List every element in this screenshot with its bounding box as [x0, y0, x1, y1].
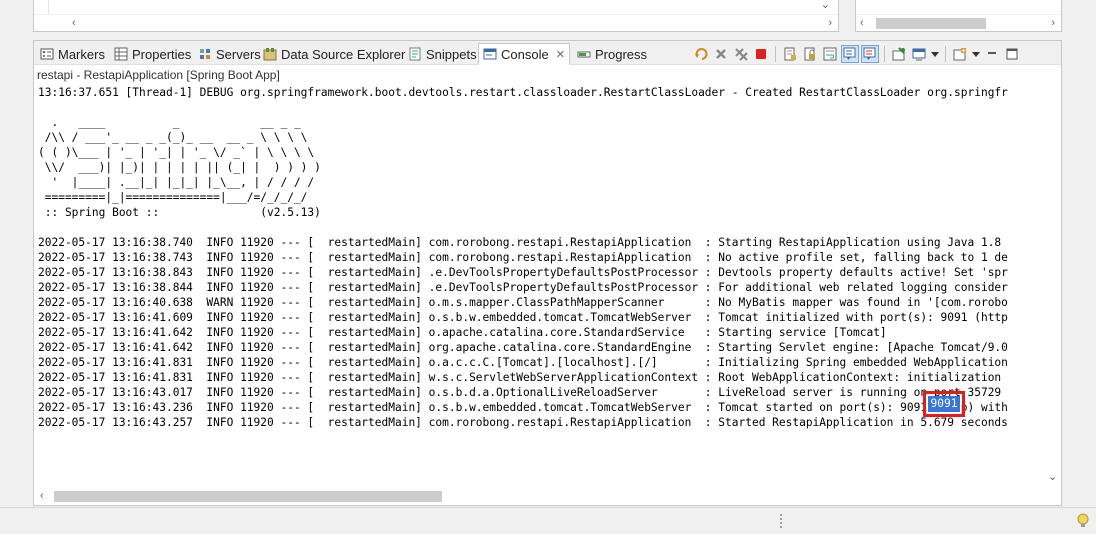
console-line: 2022-05-17 13:16:41.831 INFO 11920 --- [… [38, 371, 1002, 384]
console-line: 2022-05-17 13:16:41.609 INFO 11920 --- [… [38, 311, 1008, 324]
terminate-relaunch-icon[interactable] [692, 45, 710, 63]
data-source-icon [263, 47, 277, 61]
tab-label: Data Source Explorer [281, 46, 406, 62]
tab-label: Properties [132, 46, 192, 62]
scroll-left-arrow-icon[interactable]: ‹ [72, 18, 76, 29]
console-vertical-scrollbar[interactable]: ⌄ [1044, 85, 1061, 485]
editor-horizontal-scrollbar[interactable]: ‹ › [34, 14, 838, 31]
tab-snippets[interactable]: Snippets [404, 43, 481, 65]
console-toolbar [692, 45, 1021, 63]
remove-launch-icon[interactable] [712, 45, 730, 63]
tab-markers[interactable]: Markers [36, 43, 109, 65]
lightbulb-icon[interactable] [1076, 513, 1090, 529]
console-line: 2022-05-17 13:16:38.843 INFO 11920 --- [… [38, 266, 1008, 279]
console-line: 2022-05-17 13:16:38.844 INFO 11920 --- [… [38, 281, 1008, 294]
status-bar [0, 507, 1096, 534]
chevron-down-icon[interactable] [930, 45, 940, 63]
toolbar-separator [775, 46, 776, 62]
console-line: 2022-05-17 13:16:40.638 WARN 11920 --- [… [38, 296, 1008, 309]
outline-horizontal-scrollbar[interactable]: ‹ › [856, 14, 1061, 31]
toolbar-separator [945, 46, 946, 62]
console-line: 13:16:37.651 [Thread-1] DEBUG org.spring… [38, 86, 1008, 99]
show-on-stdout-icon[interactable] [841, 45, 859, 63]
console-line: 2022-05-17 13:16:41.831 INFO 11920 --- [… [38, 356, 1008, 369]
servers-icon [198, 47, 212, 61]
view-tab-bar: Markers Properties Servers Data Source E… [34, 41, 1061, 65]
tab-label: Console [501, 46, 549, 62]
scroll-left-arrow-icon[interactable]: ‹ [860, 18, 864, 29]
terminate-icon[interactable] [752, 45, 770, 63]
tab-servers[interactable]: Servers [194, 43, 265, 65]
scroll-lock-icon[interactable] [801, 45, 819, 63]
console-line: ( ( )\___ | '_ | '_| | '_ \/ _` | \ \ \ … [38, 146, 315, 159]
toolbar-separator [884, 46, 885, 62]
console-line: =========|_|==============|___/=/_/_/_/ [38, 191, 308, 204]
scroll-down-arrow-icon[interactable]: ⌄ [1048, 472, 1057, 483]
chevron-down-icon[interactable] [971, 45, 981, 63]
console-output[interactable]: 13:16:37.651 [Thread-1] DEBUG org.spring… [38, 85, 1046, 485]
tab-label: Progress [595, 46, 648, 62]
scroll-thumb[interactable] [876, 18, 986, 29]
console-process-label: restapi - RestapiApplication [Spring Boo… [37, 68, 280, 82]
properties-icon [114, 47, 128, 61]
scroll-thumb[interactable] [54, 491, 442, 502]
console-icon [483, 47, 497, 61]
console-line: \\/ ___)| |_)| | | | | || (_| | ) ) ) ) [38, 161, 321, 174]
console-line: ' |____| .__|_| |_|_| |_\__, | / / / / [38, 176, 315, 189]
console-line: 2022-05-17 13:16:38.740 INFO 11920 --- [… [38, 236, 1002, 249]
scroll-right-arrow-icon[interactable]: › [1051, 18, 1055, 29]
show-on-stderr-icon[interactable] [861, 45, 879, 63]
open-console-icon[interactable] [951, 45, 969, 63]
display-console-icon[interactable] [910, 45, 928, 63]
scroll-down-arrow-icon[interactable]: ⌄ [821, 0, 830, 11]
console-line: :: Spring Boot :: (v2.5.13) [38, 206, 321, 219]
clear-console-icon[interactable] [781, 45, 799, 63]
markers-icon [40, 47, 54, 61]
console-view-panel: Markers Properties Servers Data Source E… [33, 40, 1062, 506]
outline-pane[interactable]: ‹ › [855, 0, 1062, 32]
maximize-icon[interactable] [1003, 45, 1021, 63]
editor-pane[interactable]: ‹ › ⌄ [33, 0, 839, 32]
pin-console-icon[interactable] [890, 45, 908, 63]
tab-label: Snippets [426, 46, 477, 62]
console-line: 2022-05-17 13:16:43.017 INFO 11920 --- [… [38, 386, 1002, 399]
console-line: 2022-05-17 13:16:41.642 INFO 11920 --- [… [38, 326, 887, 339]
console-line: 2022-05-17 13:16:43.257 INFO 11920 --- [… [38, 416, 1008, 429]
snippets-icon [408, 47, 422, 61]
editor-ruler [48, 0, 49, 14]
status-bar-grip [780, 514, 784, 528]
console-line: 2022-05-17 13:16:38.743 INFO 11920 --- [… [38, 251, 1008, 264]
tab-label: Markers [58, 46, 105, 62]
console-horizontal-scrollbar[interactable]: ‹ [34, 488, 1061, 505]
tab-data-source-explorer[interactable]: Data Source Explorer [259, 43, 409, 65]
tab-label: Servers [216, 46, 261, 62]
top-editor-area: ‹ › ⌄ ‹ › [0, 0, 1096, 36]
word-wrap-icon[interactable] [821, 45, 839, 63]
tab-properties[interactable]: Properties [110, 43, 195, 65]
progress-icon [577, 47, 591, 61]
console-line: . ____ _ __ _ _ [38, 116, 301, 129]
remove-all-terminated-icon[interactable] [732, 45, 750, 63]
scroll-left-arrow-icon[interactable]: ‹ [40, 491, 44, 502]
console-line: 2022-05-17 13:16:43.236 INFO 11920 --- [… [38, 401, 1008, 414]
console-line: 2022-05-17 13:16:41.642 INFO 11920 --- [… [38, 341, 1008, 354]
tab-console[interactable]: Console ✕ [478, 43, 570, 65]
tab-progress[interactable]: Progress [573, 43, 651, 65]
close-icon[interactable]: ✕ [556, 48, 565, 61]
console-line: /\\ / ___'_ __ _ _(_)_ __ __ _ \ \ \ \ [38, 131, 308, 144]
annotation-highlight-box [923, 391, 965, 417]
left-gutter [0, 36, 28, 506]
minimize-icon[interactable] [983, 45, 1001, 63]
scroll-right-arrow-icon[interactable]: › [828, 18, 832, 29]
